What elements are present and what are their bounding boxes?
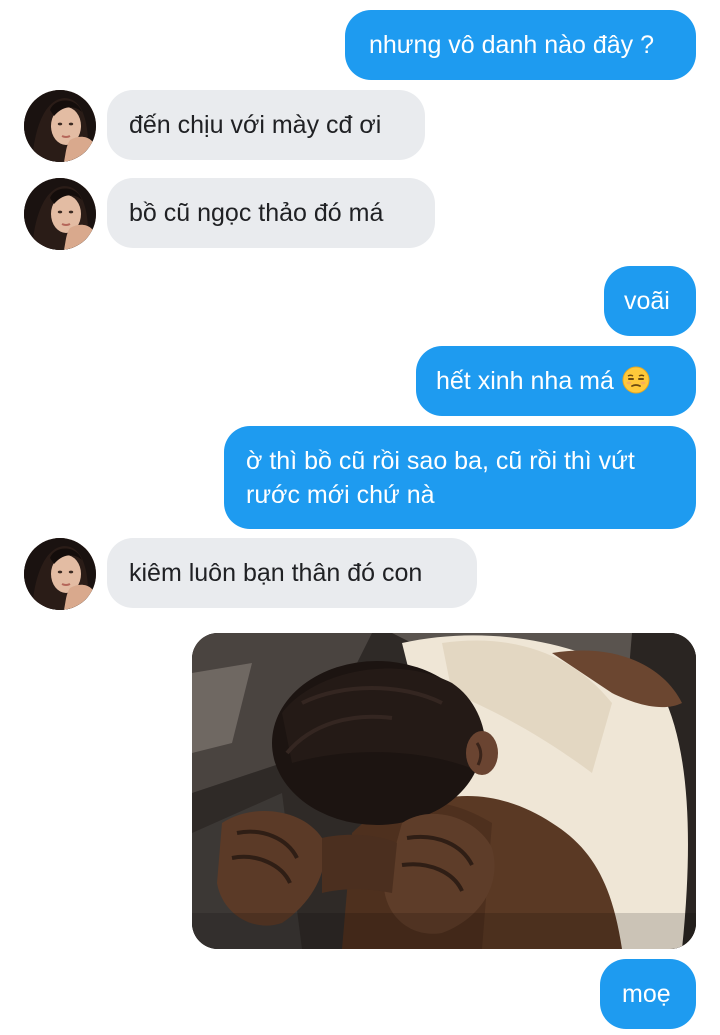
received-message-bubble[interactable]: đến chịu với mày cđ ơi bbox=[107, 90, 425, 160]
message-text: nhưng vô danh nào đây ? bbox=[369, 31, 655, 59]
sent-message-bubble[interactable]: voãi bbox=[604, 266, 696, 336]
contact-avatar[interactable] bbox=[24, 538, 96, 610]
sent-message-bubble[interactable]: ờ thì bồ cũ rồi sao ba, cũ rồi thì vứt r… bbox=[224, 426, 696, 529]
received-message-bubble[interactable]: kiêm luôn bạn thân đó con bbox=[107, 538, 477, 608]
message-text: bồ cũ ngọc thảo đó má bbox=[129, 199, 384, 227]
message-text-line: rước mới chứ nà bbox=[246, 481, 435, 509]
sent-message-bubble[interactable]: nhưng vô danh nào đây ? bbox=[345, 10, 696, 80]
message-text: hết xinh nha má bbox=[436, 367, 614, 395]
contact-avatar[interactable] bbox=[24, 178, 96, 250]
unamused-face-icon bbox=[622, 366, 650, 394]
message-text: kiêm luôn bạn thân đó con bbox=[129, 559, 423, 587]
chat-thread: nhưng vô danh nào đây ? đến chịu với mày… bbox=[0, 0, 720, 1035]
sent-message-bubble[interactable]: moẹ bbox=[600, 959, 696, 1029]
message-text: voãi bbox=[624, 287, 670, 315]
message-text: moẹ bbox=[622, 980, 671, 1008]
sent-message-bubble[interactable]: hết xinh nha má bbox=[416, 346, 696, 416]
received-message-bubble[interactable]: bồ cũ ngọc thảo đó má bbox=[107, 178, 435, 248]
message-text-line: ờ thì bồ cũ rồi sao ba, cũ rồi thì vứt bbox=[246, 447, 635, 475]
contact-avatar[interactable] bbox=[24, 90, 96, 162]
message-text: đến chịu với mày cđ ơi bbox=[129, 111, 382, 139]
man-covering-face-photo[interactable] bbox=[192, 633, 696, 949]
